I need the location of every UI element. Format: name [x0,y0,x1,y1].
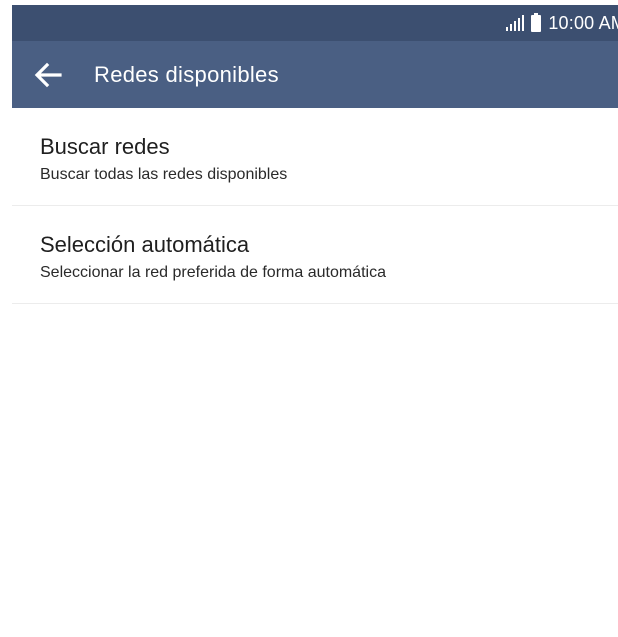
status-bar: 10:00 AM [12,5,618,41]
page-title: Redes disponibles [94,62,279,87]
list-item-title: Selección automática [40,232,250,257]
screen: 10:00 AM Redes disponibles Buscar redes … [12,5,618,637]
list-item-buscar-redes[interactable]: Buscar redes Buscar todas las redes disp… [12,108,618,206]
status-time: 10:00 AM [548,12,618,33]
list-item-seleccion-automatica[interactable]: Selección automática Seleccionar la red … [12,206,618,304]
settings-list: Buscar redes Buscar todas las redes disp… [12,108,618,304]
back-button[interactable] [26,53,70,97]
arrow-left-icon [34,62,62,88]
list-item-title: Buscar redes [40,134,170,159]
battery-icon [531,12,542,32]
list-item-summary: Seleccionar la red preferida de forma au… [40,264,386,281]
app-bar: Redes disponibles [12,41,618,108]
status-icons: 10:00 AM [506,10,618,36]
list-item-summary: Buscar todas las redes disponibles [40,166,288,183]
signal-icon [506,15,525,31]
